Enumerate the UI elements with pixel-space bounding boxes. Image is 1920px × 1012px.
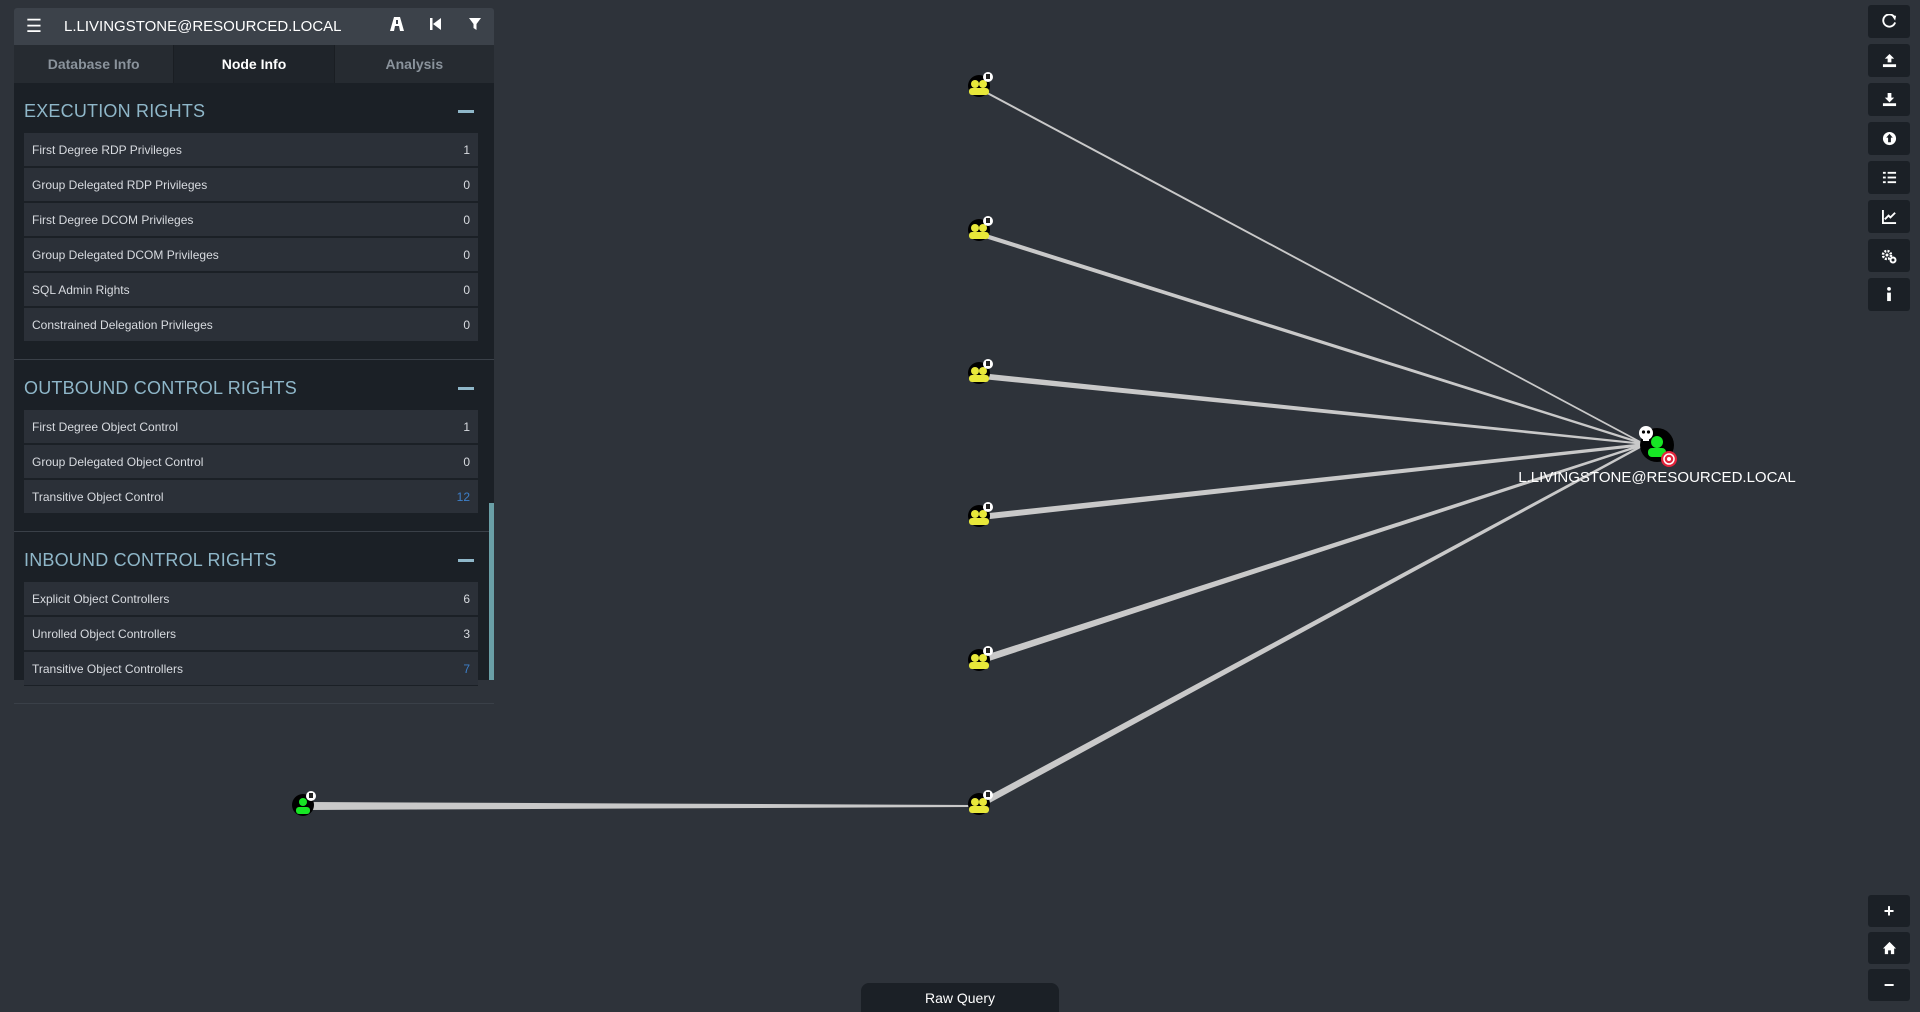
- home-icon[interactable]: [1868, 932, 1910, 964]
- upload-icon[interactable]: [1868, 44, 1910, 77]
- target-user-node[interactable]: [1639, 426, 1677, 467]
- hamburger-icon[interactable]: ☰: [14, 16, 54, 37]
- list-item[interactable]: Unrolled Object Controllers 3: [24, 617, 478, 651]
- right-toolbar: [1868, 5, 1910, 317]
- list-item[interactable]: SQL Admin Rights 0: [24, 273, 478, 307]
- row-label: Unrolled Object Controllers: [32, 626, 177, 641]
- row-label: Group Delegated RDP Privileges: [32, 177, 208, 192]
- target-node-label: L.LIVINGSTONE@RESOURCED.LOCAL: [1518, 469, 1796, 486]
- graph-edges: [310, 88, 1646, 810]
- inbound-control-section: INBOUND CONTROL RIGHTS Explicit Object C…: [14, 532, 494, 704]
- list-item[interactable]: Group Delegated DCOM Privileges 0: [24, 238, 478, 272]
- row-value: 0: [463, 177, 470, 192]
- execution-rights-section: EXECUTION RIGHTS First Degree RDP Privil…: [14, 83, 494, 360]
- row-value: 0: [463, 282, 470, 297]
- node-info-content[interactable]: EXECUTION RIGHTS First Degree RDP Privil…: [14, 83, 494, 704]
- row-label: First Degree RDP Privileges: [32, 142, 182, 157]
- row-label: First Degree Object Control: [32, 419, 179, 434]
- zoom-in-button[interactable]: +: [1868, 895, 1910, 927]
- row-value: 0: [463, 212, 470, 227]
- list-item[interactable]: Transitive Object Controllers 7: [24, 652, 478, 686]
- search-bar: ☰ L.LIVINGSTONE@RESOURCED.LOCAL: [14, 8, 494, 45]
- collapse-icon[interactable]: [458, 558, 474, 562]
- info-icon[interactable]: [1868, 278, 1910, 311]
- settings-icon[interactable]: [1868, 239, 1910, 272]
- node-info-panel: ☰ L.LIVINGSTONE@RESOURCED.LOCAL Database…: [14, 8, 494, 704]
- graph-edge[interactable]: [980, 373, 1645, 445]
- list-item[interactable]: First Degree Object Control 1: [24, 410, 478, 444]
- group-node[interactable]: [968, 359, 993, 384]
- row-value: 0: [463, 454, 470, 469]
- back-icon[interactable]: [416, 17, 455, 36]
- list-item[interactable]: Group Delegated RDP Privileges 0: [24, 168, 478, 202]
- outbound-control-section: OUTBOUND CONTROL RIGHTS First Degree Obj…: [14, 360, 494, 532]
- list-item[interactable]: Constrained Delegation Privileges 0: [24, 308, 478, 342]
- import-icon[interactable]: [1868, 122, 1910, 155]
- section-title: INBOUND CONTROL RIGHTS: [24, 549, 277, 570]
- list-item[interactable]: First Degree RDP Privileges 1: [24, 133, 478, 167]
- row-value: 6: [463, 591, 470, 606]
- row-value-link[interactable]: 12: [457, 490, 470, 504]
- row-label: Transitive Object Control: [32, 489, 164, 504]
- row-value: 1: [463, 142, 470, 157]
- group-node[interactable]: [968, 502, 993, 527]
- row-value: 0: [463, 317, 470, 332]
- group-node[interactable]: [968, 646, 993, 671]
- section-title: EXECUTION RIGHTS: [24, 100, 206, 121]
- chart-icon[interactable]: [1868, 200, 1910, 233]
- queries-icon[interactable]: [1868, 161, 1910, 194]
- list-item[interactable]: Transitive Object Control 12: [24, 480, 478, 514]
- row-value: 3: [463, 626, 470, 641]
- row-value: 0: [463, 247, 470, 262]
- filter-icon[interactable]: [455, 17, 494, 36]
- row-label: Group Delegated Object Control: [32, 454, 204, 469]
- refresh-icon[interactable]: [1868, 5, 1910, 38]
- graph-edge[interactable]: [980, 232, 1645, 445]
- collapse-icon[interactable]: [458, 109, 474, 113]
- list-item[interactable]: Explicit Object Controllers 6: [24, 582, 478, 616]
- tab-analysis[interactable]: Analysis: [333, 45, 494, 83]
- pathfinding-icon[interactable]: [377, 16, 416, 37]
- panel-tabs: Database Info Node Info Analysis: [14, 45, 494, 83]
- user-node[interactable]: [292, 791, 316, 816]
- graph-edge[interactable]: [310, 802, 972, 810]
- group-node[interactable]: [968, 790, 993, 815]
- raw-query-button[interactable]: Raw Query: [861, 983, 1059, 1012]
- download-icon[interactable]: [1868, 83, 1910, 116]
- tab-database-info[interactable]: Database Info: [14, 45, 173, 83]
- row-label: Group Delegated DCOM Privileges: [32, 247, 219, 262]
- graph-nodes: L.LIVINGSTONE@RESOURCED.LOCAL: [292, 72, 1796, 816]
- target-icon: [1661, 451, 1677, 467]
- row-label: Explicit Object Controllers: [32, 591, 170, 606]
- row-label: Transitive Object Controllers: [32, 661, 183, 676]
- tab-node-info[interactable]: Node Info: [173, 45, 334, 83]
- zoom-controls: + −: [1868, 895, 1910, 1006]
- row-label: SQL Admin Rights: [32, 282, 130, 297]
- zoom-out-button[interactable]: −: [1868, 969, 1910, 1001]
- selected-node-title: L.LIVINGSTONE@RESOURCED.LOCAL: [64, 18, 342, 35]
- row-value: 1: [463, 419, 470, 434]
- section-title: OUTBOUND CONTROL RIGHTS: [24, 377, 297, 398]
- graph-edge[interactable]: [979, 443, 1646, 806]
- list-item[interactable]: Group Delegated Object Control 0: [24, 445, 478, 479]
- scrollbar[interactable]: [489, 503, 494, 680]
- row-label: Constrained Delegation Privileges: [32, 317, 213, 332]
- row-label: First Degree DCOM Privileges: [32, 212, 194, 227]
- collapse-icon[interactable]: [458, 386, 474, 390]
- list-item[interactable]: First Degree DCOM Privileges 0: [24, 203, 478, 237]
- row-value-link[interactable]: 7: [463, 662, 470, 676]
